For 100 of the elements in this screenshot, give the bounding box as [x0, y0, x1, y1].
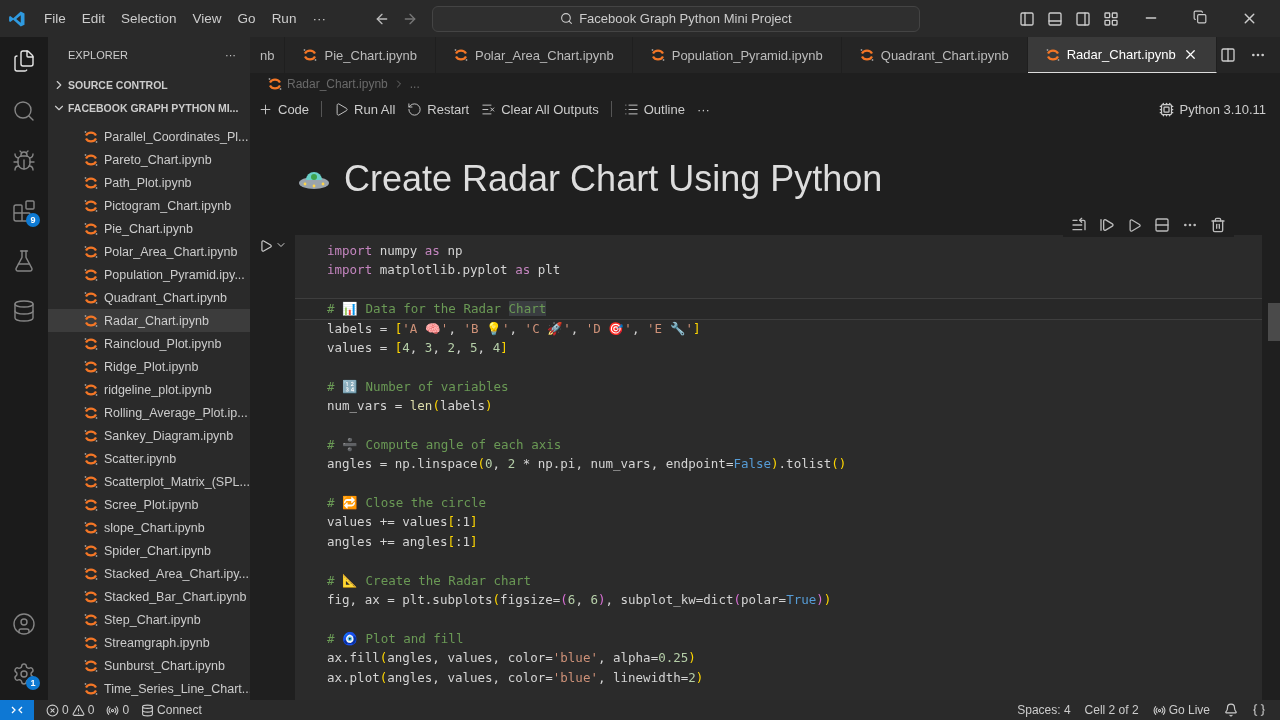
- toolbar-button[interactable]: Restart: [407, 101, 470, 117]
- connect-button[interactable]: Connect: [141, 703, 202, 717]
- clear-icon: [481, 101, 497, 117]
- notebook-entry[interactable]: Rolling_Average_Plot.ip...: [48, 401, 250, 424]
- code-line: angles += angles[:1]: [326, 532, 479, 551]
- debug-icon[interactable]: [12, 149, 36, 173]
- code-line: import numpy as np: [326, 242, 464, 260]
- secondary-sidebar-icon[interactable]: [1075, 10, 1091, 27]
- notebook-entry[interactable]: Scatter.ipynb: [48, 447, 250, 470]
- restore-icon[interactable]: [1193, 10, 1207, 24]
- notebook-entry[interactable]: Time_Series_Line_Chart...: [48, 677, 250, 700]
- testing-icon[interactable]: [12, 249, 36, 273]
- notebook-entry[interactable]: Scree_Plot.ipynb: [48, 493, 250, 516]
- menu-item[interactable]: Edit: [73, 11, 114, 26]
- section-header[interactable]: SOURCE CONTROL: [48, 73, 250, 97]
- notebook-file-icon: [859, 48, 874, 62]
- antenna-icon: [106, 703, 120, 717]
- count-badge: 9: [26, 213, 40, 227]
- notebook-entry[interactable]: Streamgraph.ipynb: [48, 631, 250, 654]
- notebook-file-icon: [84, 589, 98, 604]
- sidebar-toggle-icon[interactable]: [1019, 10, 1035, 27]
- notebook-entry[interactable]: Sunburst_Chart.ipynb: [48, 654, 250, 677]
- notebook-entry[interactable]: Stacked_Area_Chart.ipy...: [48, 562, 250, 585]
- layout-icon[interactable]: [1103, 10, 1119, 27]
- split-editor-icon[interactable]: [1220, 47, 1236, 63]
- toolbar-button[interactable]: ···: [696, 101, 710, 117]
- broadcast-icon: [1152, 703, 1166, 717]
- database-icon[interactable]: [12, 299, 36, 323]
- problems-indicator[interactable]: 0 0: [46, 703, 95, 717]
- delete-icon[interactable]: [1210, 217, 1226, 233]
- split-cell-icon[interactable]: [1154, 217, 1170, 233]
- status-item[interactable]: Spaces: 4: [1017, 703, 1071, 717]
- notebook-entry[interactable]: Pareto_Chart.ipynb: [48, 148, 250, 171]
- section-header[interactable]: FACEBOOK GRAPH PYTHON MI...: [48, 96, 250, 120]
- files-icon[interactable]: [12, 49, 36, 73]
- notebook-entry[interactable]: Step_Chart.ipynb: [48, 608, 250, 631]
- toolbar-button[interactable]: Code: [258, 101, 310, 117]
- toolbar-button[interactable]: Outline: [623, 101, 685, 117]
- notebook-heading: Create Radar Chart Using Python: [344, 158, 883, 200]
- notebook-entry[interactable]: ridgeline_plot.ipynb: [48, 378, 250, 401]
- status-item[interactable]: Cell 2 of 2: [1084, 703, 1139, 717]
- run-above-icon[interactable]: [1099, 217, 1115, 233]
- command-search-field[interactable]: Facebook Graph Python Mini Project: [431, 5, 920, 32]
- notebook-file-icon: [84, 313, 98, 328]
- notebook-file-icon: [1045, 47, 1060, 62]
- menu-item[interactable]: Run: [263, 11, 305, 26]
- menu-item[interactable]: View: [184, 11, 230, 26]
- menu-item[interactable]: Go: [229, 11, 264, 26]
- error-icon: [46, 703, 59, 717]
- notebook-file-icon: [84, 382, 98, 397]
- notebook-entry[interactable]: Sankey_Diagram.ipynb: [48, 424, 250, 447]
- code-line: # 🧿 Plot and fill: [326, 629, 465, 648]
- menu-item[interactable]: ···: [304, 11, 334, 26]
- scrollbar-thumb[interactable]: [1268, 303, 1280, 341]
- notebook-file-icon: [84, 175, 98, 190]
- run-below-icon[interactable]: [1127, 217, 1142, 233]
- code-line: labels = ['A 🧠', 'B 💡', 'C 🚀', 'D 🎯', 'E 🔧']: [326, 319, 702, 338]
- bell-icon[interactable]: [1224, 703, 1238, 717]
- notebook-entry[interactable]: Population_Pyramid.ipy...: [48, 263, 250, 286]
- account-icon[interactable]: [12, 612, 36, 636]
- code-cell[interactable]: [295, 235, 1262, 700]
- notebook-file-icon: [84, 681, 98, 696]
- notebook-entry[interactable]: Scatterplot_Matrix_(SPL...: [48, 470, 250, 493]
- notebook-file-icon: [268, 77, 282, 91]
- search-icon[interactable]: [12, 99, 36, 123]
- menu-item[interactable]: File: [36, 11, 74, 26]
- notebook-entry[interactable]: Ridge_Plot.ipynb: [48, 355, 250, 378]
- editor-tab[interactable]: Radar_Chart.ipynb: [1027, 37, 1217, 73]
- ports-indicator[interactable]: 0: [106, 703, 130, 717]
- run-cell-icon[interactable]: [258, 239, 273, 253]
- kernel-picker[interactable]: Python 3.10.11: [1158, 101, 1266, 117]
- notebook-entry[interactable]: Polar_Area_Chart.ipynb: [48, 240, 250, 263]
- toolbar-button[interactable]: Clear All Outputs: [481, 101, 599, 117]
- toolbar-button[interactable]: Run All: [334, 101, 396, 117]
- outline-icon: [623, 101, 639, 117]
- notebook-entry[interactable]: Spider_Chart.ipynb: [48, 539, 250, 562]
- warning-icon: [71, 703, 85, 717]
- notebook-entry[interactable]: Stacked_Bar_Chart.ipynb: [48, 585, 250, 608]
- settings-icon[interactable]: [12, 662, 36, 686]
- extensions-icon[interactable]: [12, 199, 36, 223]
- notebook-file-icon: [84, 543, 98, 558]
- run-by-line-icon[interactable]: [1071, 217, 1087, 233]
- notebook-entry[interactable]: slope_Chart.ipynb: [48, 516, 250, 539]
- notebook-file-icon: [84, 520, 98, 535]
- run-icon: [334, 101, 350, 117]
- notebook-entry[interactable]: Path_Plot.ipynb: [48, 171, 250, 194]
- notebook-entry[interactable]: Pie_Chart.ipynb: [48, 217, 250, 240]
- go-live-button[interactable]: Go Live: [1152, 703, 1210, 717]
- notebook-entry[interactable]: Raincloud_Plot.ipynb: [48, 332, 250, 355]
- menu-item[interactable]: Selection: [113, 11, 185, 26]
- panel-toggle-icon[interactable]: [1047, 10, 1063, 27]
- more-actions[interactable]: ···: [225, 49, 236, 61]
- braces-icon[interactable]: [1252, 703, 1266, 717]
- add-icon: [258, 101, 273, 117]
- notebook-entry[interactable]: Parallel_Coordinates_Pl...: [48, 125, 250, 148]
- notebook-entry[interactable]: Radar_Chart.ipynb: [48, 309, 250, 332]
- notebook-file-icon: [84, 451, 98, 466]
- notebook-file-icon: [84, 267, 98, 282]
- notebook-entry[interactable]: Pictogram_Chart.ipynb: [48, 194, 250, 217]
- notebook-entry[interactable]: Quadrant_Chart.ipynb: [48, 286, 250, 309]
